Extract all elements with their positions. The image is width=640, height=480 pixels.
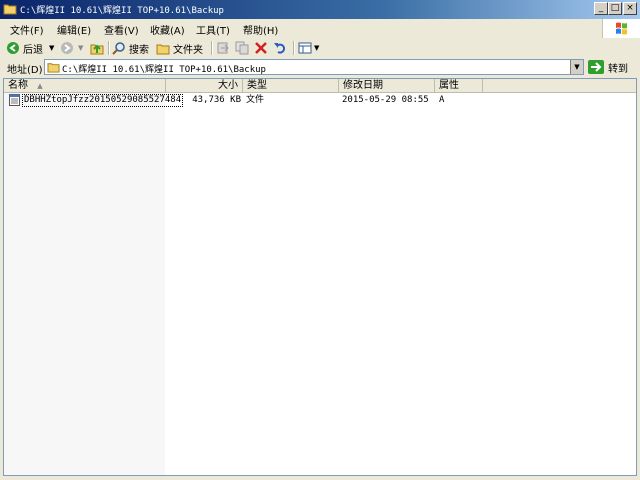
window-bottom-edge bbox=[0, 476, 640, 480]
delete-button[interactable] bbox=[254, 40, 268, 56]
file-list[interactable]: 名称 ▲ 大小 类型 修改日期 属性 DBHHZtopJfzz201505290… bbox=[3, 78, 637, 476]
column-header-type[interactable]: 类型 bbox=[243, 79, 339, 92]
go-button[interactable]: 转到 bbox=[588, 59, 628, 75]
forward-dropdown-icon[interactable]: ▼ bbox=[78, 44, 83, 52]
delete-icon bbox=[255, 42, 267, 54]
file-modified: 2015-05-29 08:55 bbox=[342, 95, 429, 105]
windows-logo-icon bbox=[602, 19, 640, 39]
up-folder-button[interactable] bbox=[90, 40, 104, 56]
menu-edit[interactable]: 编辑(E) bbox=[57, 22, 91, 37]
menu-help[interactable]: 帮助(H) bbox=[243, 22, 278, 37]
copy-to-button[interactable] bbox=[235, 40, 249, 56]
address-input[interactable]: C:\辉煌II 10.61\辉煌II TOP+10.61\Backup ▼ bbox=[44, 59, 584, 75]
folder-icon bbox=[47, 63, 60, 73]
minimize-button[interactable]: _ bbox=[594, 2, 608, 15]
toolbar-separator bbox=[211, 41, 213, 55]
menu-tools[interactable]: 工具(T) bbox=[196, 22, 230, 37]
file-type: 文件 bbox=[246, 95, 265, 105]
address-value: C:\辉煌II 10.61\辉煌II TOP+10.61\Backup bbox=[62, 65, 266, 75]
column-header-size[interactable]: 大小 bbox=[166, 79, 243, 92]
back-dropdown-icon[interactable]: ▼ bbox=[49, 44, 54, 52]
folders-icon bbox=[156, 44, 170, 55]
forward-arrow-icon bbox=[61, 42, 73, 54]
explorer-window: C:\辉煌II 10.61\辉煌II TOP+10.61\Backup _ □ … bbox=[0, 0, 640, 480]
views-button[interactable]: ▼ bbox=[298, 40, 319, 56]
title-bar[interactable]: C:\辉煌II 10.61\辉煌II TOP+10.61\Backup _ □ … bbox=[0, 0, 640, 19]
toolbar-separator bbox=[108, 41, 110, 55]
file-attributes: A bbox=[439, 95, 445, 105]
sort-ascending-icon: ▲ bbox=[37, 82, 43, 90]
column-header-modified[interactable]: 修改日期 bbox=[339, 79, 435, 92]
move-to-button[interactable] bbox=[216, 40, 230, 56]
address-label: 地址(D) bbox=[7, 65, 43, 76]
search-icon bbox=[112, 42, 125, 55]
sorted-column-highlight bbox=[4, 92, 165, 475]
maximize-button[interactable]: □ bbox=[608, 2, 622, 15]
undo-button[interactable] bbox=[273, 40, 287, 56]
back-button[interactable]: 后退 ▼ bbox=[6, 40, 54, 56]
column-header: 名称 ▲ 大小 类型 修改日期 属性 bbox=[4, 79, 636, 93]
file-row[interactable]: DBHHZtopJfzz20150529085527484 43,736 KB … bbox=[7, 94, 635, 107]
go-arrow-icon bbox=[588, 60, 604, 74]
column-header-attributes[interactable]: 属性 bbox=[435, 79, 483, 92]
search-button[interactable]: 搜索 bbox=[112, 40, 149, 56]
menu-bar: 文件(F) 编辑(E) 查看(V) 收藏(A) 工具(T) 帮助(H) bbox=[0, 19, 640, 39]
address-dropdown-icon[interactable]: ▼ bbox=[570, 60, 583, 74]
copy-to-icon bbox=[235, 41, 249, 55]
forward-button[interactable]: ▼ bbox=[60, 40, 83, 56]
move-to-icon bbox=[217, 42, 229, 54]
close-button[interactable]: × bbox=[623, 2, 637, 15]
file-name[interactable]: DBHHZtopJfzz20150529085527484 bbox=[22, 94, 184, 107]
views-icon bbox=[298, 42, 312, 54]
menu-file[interactable]: 文件(F) bbox=[10, 22, 44, 37]
file-icon bbox=[9, 94, 20, 106]
folder-icon bbox=[3, 4, 17, 15]
menu-favorites[interactable]: 收藏(A) bbox=[150, 22, 185, 37]
window-title: C:\辉煌II 10.61\辉煌II TOP+10.61\Backup bbox=[20, 6, 224, 16]
file-size: 43,736 KB bbox=[192, 95, 241, 105]
up-folder-icon bbox=[90, 44, 104, 55]
address-bar: 地址(D) C:\辉煌II 10.61\辉煌II TOP+10.61\Backu… bbox=[0, 58, 640, 78]
toolbar: 后退 ▼ ▼ 搜索 文件夹 ▼ bbox=[0, 38, 640, 59]
column-header-name[interactable]: 名称 ▲ bbox=[4, 79, 166, 92]
views-dropdown-icon[interactable]: ▼ bbox=[314, 44, 319, 52]
menu-view[interactable]: 查看(V) bbox=[104, 22, 139, 37]
folders-button[interactable]: 文件夹 bbox=[156, 40, 203, 56]
undo-icon bbox=[274, 43, 286, 54]
back-arrow-icon bbox=[7, 42, 19, 54]
toolbar-separator bbox=[293, 41, 295, 55]
